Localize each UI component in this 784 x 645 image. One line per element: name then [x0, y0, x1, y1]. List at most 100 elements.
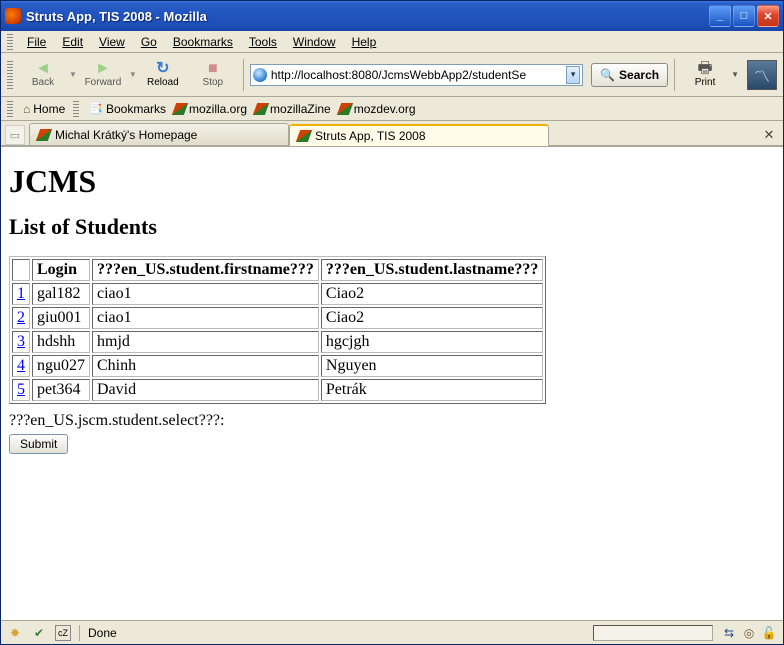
menu-tools[interactable]: Tools	[243, 33, 283, 51]
table-header-row: Login ???en_US.student.firstname??? ???e…	[12, 259, 543, 281]
bookmarks-label: Bookmarks	[106, 102, 166, 116]
cell-last: Ciao2	[321, 307, 543, 329]
back-label: Back	[32, 77, 54, 88]
star-icon[interactable]: ✸	[7, 625, 23, 641]
print-label: Print	[695, 77, 716, 88]
col-login: Login	[32, 259, 90, 281]
cookie-icon[interactable]: ◎	[741, 625, 757, 641]
back-arrow-icon: ◄	[35, 61, 51, 77]
tab-label: Michal Krátký's Homepage	[55, 128, 197, 142]
row-link[interactable]: 2	[17, 309, 25, 326]
checkmark-icon[interactable]: ✔	[31, 625, 47, 641]
search-label: Search	[619, 68, 659, 82]
tab-strip: ▭ Michal Krátký's Homepage Struts App, T…	[1, 121, 783, 147]
forward-button[interactable]: ► Forward	[79, 55, 127, 95]
close-tab-button[interactable]: ✕	[759, 125, 779, 145]
window-title: Struts App, TIS 2008 - Mozilla	[26, 9, 709, 24]
cell-last: hgcjgh	[321, 331, 543, 353]
address-bar[interactable]: ▾	[250, 64, 583, 86]
url-dropdown-button[interactable]: ▾	[566, 66, 580, 84]
tab-struts-app[interactable]: Struts App, TIS 2008	[289, 124, 549, 146]
toolbar-grip-icon	[7, 61, 13, 89]
toolbar-separator	[674, 59, 675, 91]
mozilla-icon	[36, 129, 52, 141]
row-link[interactable]: 3	[17, 333, 25, 350]
menu-bookmarks[interactable]: Bookmarks	[167, 33, 239, 51]
globe-icon	[253, 68, 267, 82]
cell-first: hmjd	[92, 331, 319, 353]
submit-button[interactable]: Submit	[9, 434, 68, 454]
bookmark-label: mozilla.org	[189, 102, 247, 116]
menu-help[interactable]: Help	[346, 33, 383, 51]
statusbar-separator	[79, 625, 80, 641]
table-row: 5 pet364 David Petrák	[12, 379, 543, 401]
menu-file[interactable]: File	[21, 33, 52, 51]
forward-arrow-icon: ►	[95, 61, 111, 77]
cell-first: ciao1	[92, 283, 319, 305]
dropdown-icon[interactable]: ▼	[69, 70, 77, 79]
table-row: 1 gal182 ciao1 Ciao2	[12, 283, 543, 305]
mozilla-icon	[253, 103, 269, 115]
toolbar-grip-icon	[73, 101, 79, 117]
tab-homepage[interactable]: Michal Krátký's Homepage	[29, 123, 289, 145]
cell-login: ngu027	[32, 355, 90, 377]
mozilla-icon	[172, 103, 188, 115]
menu-edit[interactable]: Edit	[56, 33, 89, 51]
row-link[interactable]: 5	[17, 381, 25, 398]
cell-login: giu001	[32, 307, 90, 329]
page-content: JCMS List of Students Login ???en_US.stu…	[1, 147, 783, 626]
students-table: Login ???en_US.student.firstname??? ???e…	[9, 256, 546, 404]
cell-last: Petrák	[321, 379, 543, 401]
reload-button[interactable]: ↻ Reload	[139, 55, 187, 95]
cell-login: hdshh	[32, 331, 90, 353]
bookmark-mozdev[interactable]: mozdev.org	[339, 102, 416, 116]
online-icon[interactable]: ⇆	[721, 625, 737, 641]
page-subheading: List of Students	[9, 214, 775, 240]
status-text: Done	[88, 626, 117, 640]
search-button[interactable]: 🔍 Search	[591, 63, 668, 87]
mozilla-icon	[296, 130, 312, 142]
cz-badge-icon[interactable]: cZ	[55, 625, 71, 641]
home-icon: ⌂	[23, 102, 30, 116]
bookmark-mozillazine[interactable]: mozillaZine	[255, 102, 331, 116]
menu-window[interactable]: Window	[287, 33, 342, 51]
back-button[interactable]: ◄ Back	[19, 55, 67, 95]
bookmark-mozilla-org[interactable]: mozilla.org	[174, 102, 247, 116]
url-input[interactable]	[271, 66, 562, 84]
window-maximize-button[interactable]: □	[733, 5, 755, 27]
menu-bar: File Edit View Go Bookmarks Tools Window…	[1, 31, 783, 53]
window-close-button[interactable]: ✕	[757, 5, 779, 27]
row-link[interactable]: 4	[17, 357, 25, 374]
bookmarks-toolbar: ⌂ Home 📑 Bookmarks mozilla.org mozillaZi…	[1, 97, 783, 121]
dropdown-icon[interactable]: ▼	[129, 70, 137, 79]
stop-button[interactable]: ■ Stop	[189, 55, 237, 95]
menu-view[interactable]: View	[93, 33, 131, 51]
bookmark-folder-icon: 📑	[89, 102, 103, 115]
row-link[interactable]: 1	[17, 285, 25, 302]
window-minimize-button[interactable]: _	[709, 5, 731, 27]
reload-icon: ↻	[156, 61, 169, 77]
page-heading: JCMS	[9, 163, 775, 200]
home-bookmark[interactable]: ⌂ Home	[23, 102, 65, 116]
cell-first: David	[92, 379, 319, 401]
progress-well	[593, 625, 713, 641]
dropdown-icon[interactable]: ▼	[731, 70, 739, 79]
cell-last: Nguyen	[321, 355, 543, 377]
toolbar-grip-icon	[7, 101, 13, 117]
navigation-toolbar: ◄ Back ▼ ► Forward ▼ ↻ Reload ■ Stop ▾ 🔍…	[1, 53, 783, 97]
status-bar: ✸ ✔ cZ Done ⇆ ◎ 🔓	[1, 620, 783, 644]
new-tab-button[interactable]: ▭	[5, 125, 25, 145]
menu-go[interactable]: Go	[135, 33, 163, 51]
forward-label: Forward	[85, 77, 122, 88]
col-index	[12, 259, 30, 281]
bookmarks-folder[interactable]: 📑 Bookmarks	[89, 102, 166, 116]
tab-label: Struts App, TIS 2008	[315, 129, 426, 143]
select-student-label: ???en_US.jscm.student.select???:	[9, 412, 775, 430]
window-titlebar: Struts App, TIS 2008 - Mozilla _ □ ✕	[1, 1, 783, 31]
table-row: 4 ngu027 Chinh Nguyen	[12, 355, 543, 377]
print-button[interactable]: 🖶 Print	[681, 55, 729, 95]
col-lastname: ???en_US.student.lastname???	[321, 259, 543, 281]
activity-throbber-icon: 〽	[747, 60, 777, 90]
security-lock-icon[interactable]: 🔓	[761, 625, 777, 641]
col-firstname: ???en_US.student.firstname???	[92, 259, 319, 281]
